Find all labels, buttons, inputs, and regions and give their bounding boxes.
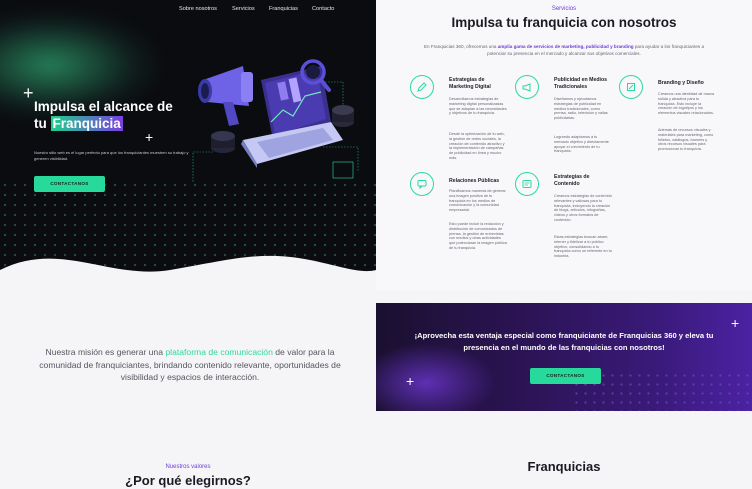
- plus-decoration-icon: +: [23, 83, 34, 103]
- service-card-publicidad-tradicional: Publicidad en Medios Tradicionales Diseñ…: [515, 75, 625, 175]
- nav-item-sobre-nosotros[interactable]: Sobre nosotros: [179, 6, 217, 12]
- plus-decoration-icon: +: [145, 129, 154, 145]
- service-description: Esto puede incluir la redacción y distri…: [449, 222, 507, 250]
- plus-decoration-icon: +: [731, 315, 740, 331]
- nav-item-franquicias[interactable]: Franquicias: [269, 6, 298, 12]
- service-description: Creamos estrategias de contenido relevan…: [554, 194, 612, 222]
- service-description: Planificamos maneras de generar una imag…: [449, 189, 506, 213]
- services-section: Servicios Impulsa tu franquicia con noso…: [376, 0, 752, 290]
- values-title: ¿Por qué elegirnos?: [125, 473, 251, 488]
- service-description: Diseñamos y ejecutamos estrategias de pu…: [554, 97, 608, 121]
- service-card-relaciones-publicas: Relaciones Públicas Planificamos maneras…: [410, 172, 520, 282]
- nav-item-contacto[interactable]: Contacto: [312, 6, 334, 12]
- service-name: Estrategias de Contenido: [554, 174, 590, 187]
- service-description: Logrando adaptamos a tu mercado objetivo…: [554, 135, 609, 154]
- service-name: Estrategias de Marketing Digital: [449, 77, 491, 90]
- service-description: Desde la optimización de tu web, la gest…: [449, 132, 505, 160]
- service-name: Branding y Diseño: [658, 80, 704, 86]
- chat-icon: [410, 172, 434, 196]
- services-intro-part: En Franquicias 360, ofrecemos una: [423, 44, 498, 49]
- franquicias-title: Franquicias: [527, 459, 601, 474]
- service-description: Creamos una identidad de marca sólida y …: [658, 92, 715, 116]
- values-eyebrow: Nuestros valores: [165, 464, 211, 470]
- service-name: Relaciones Públicas: [449, 178, 500, 184]
- services-eyebrow: Servicios: [551, 6, 577, 12]
- service-name: Publicidad en Medios Tradicionales: [554, 77, 608, 90]
- pencil-icon: [410, 75, 434, 99]
- service-card-branding: Branding y Diseño Creamos una identidad …: [619, 75, 729, 175]
- services-intro-highlight: amplia gama de servicios de marketing, p…: [497, 44, 634, 49]
- mission-text-highlight: plataforma de comunicación: [165, 347, 273, 357]
- service-card-marketing-digital: Estrategias de Marketing Digital Desarro…: [410, 75, 520, 175]
- megaphone-icon: [515, 75, 539, 99]
- nav-item-servicios[interactable]: Servicios: [232, 6, 255, 12]
- cta-contact-button[interactable]: CONTACTANOS: [530, 368, 601, 384]
- megaphone-laptop-illustration: [192, 59, 359, 182]
- plus-decoration-icon: +: [406, 373, 415, 389]
- page: Sobre nosotros Servicios Franquicias Con…: [0, 0, 752, 489]
- service-description: Además de recursos visuales y materiales…: [658, 128, 714, 152]
- hero-contact-button[interactable]: CONTACTANOS: [34, 176, 105, 192]
- brush-icon: [619, 75, 643, 99]
- hero-title-line1: Impulsa el alcance de: [34, 99, 173, 114]
- hero-title: Impulsa el alcance de tu Franquicia: [34, 98, 184, 132]
- values-section: Nuestros valores ¿Por qué elegirnos?: [0, 435, 376, 489]
- document-icon: [515, 172, 539, 196]
- cta-text: ¡Aprovecha esta ventaja especial como fr…: [414, 331, 714, 352]
- service-card-estrategias-contenido: Estrategias de Contenido Creamos estrate…: [515, 172, 625, 282]
- hero-subtitle: Nuestro sitio web es el lugar perfecto p…: [34, 150, 189, 161]
- hero-section: Sobre nosotros Servicios Franquicias Con…: [0, 0, 376, 290]
- services-title: Impulsa tu franquicia con nosotros: [451, 15, 677, 30]
- hero-wave-divider: [0, 255, 376, 290]
- mission-section: Nuestra misión es generar una plataforma…: [0, 290, 376, 435]
- cta-banner: + + ¡Aprovecha esta ventaja especial com…: [376, 303, 752, 411]
- mission-text-part: Nuestra misión es generar una: [45, 347, 166, 357]
- service-description: Desarrollamos estrategias de marketing d…: [449, 97, 507, 116]
- services-intro: En Franquicias 360, ofrecemos una amplia…: [416, 44, 712, 57]
- service-description: Estas estrategias buscan atraer, retener…: [554, 235, 612, 259]
- hero-title-line2: tu: [34, 116, 51, 131]
- hero-title-highlight: Franquicia: [50, 116, 123, 131]
- top-navigation: Sobre nosotros Servicios Franquicias Con…: [0, 0, 376, 20]
- mission-text: Nuestra misión es generar una plataforma…: [30, 346, 350, 384]
